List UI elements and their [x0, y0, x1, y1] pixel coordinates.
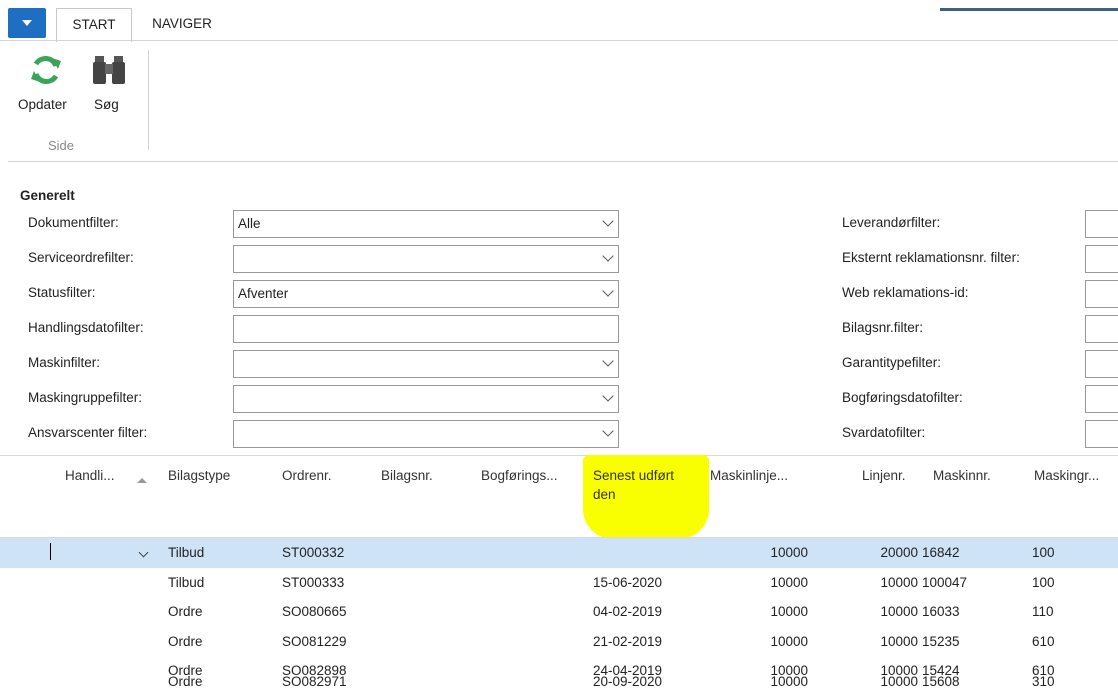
grid-top-border — [0, 455, 1118, 456]
sort-ascending-icon — [137, 478, 147, 483]
cell-bilagstype: Ordre — [168, 634, 203, 649]
refresh-label: Opdater — [18, 97, 67, 112]
filter-label: Maskingruppefilter: — [28, 390, 143, 405]
ribbon-group-label: Side — [48, 138, 75, 153]
col-header-maskingr[interactable]: Maskingr... — [1034, 468, 1099, 483]
filter-field[interactable] — [233, 245, 619, 273]
binoculars-icon — [93, 56, 125, 84]
filter-field[interactable] — [1085, 280, 1118, 308]
ribbon-group-separator — [148, 50, 149, 150]
filter-label: Bogføringsdatofilter: — [842, 390, 963, 405]
tab-divider — [0, 40, 1118, 41]
chevron-down-icon[interactable] — [602, 250, 614, 262]
col-header-linjenr[interactable]: Linjenr. — [862, 468, 906, 483]
cell-ordrenr: SO080665 — [282, 604, 347, 619]
cell-bilagstype: Tilbud — [168, 545, 205, 560]
filter-field[interactable] — [1085, 350, 1118, 378]
chevron-down-icon[interactable] — [602, 355, 614, 367]
cell-maskinlinje: 10000 — [770, 634, 808, 649]
filter-field[interactable] — [1085, 420, 1118, 448]
cell-maskinnr: 15235 — [922, 634, 960, 649]
cell-bilagstype: Ordre — [168, 604, 203, 619]
filter-label: Web reklamations-id: — [842, 285, 969, 300]
filter-value: Alle — [238, 216, 261, 231]
filter-label: Leverandørfilter: — [842, 215, 941, 230]
filter-label: Statusfilter: — [28, 285, 96, 300]
cell-maskingr: 610 — [1032, 634, 1055, 649]
filter-field[interactable] — [233, 350, 619, 378]
filter-label: Dokumentfilter: — [28, 215, 119, 230]
cell-maskinlinje: 10000 — [770, 545, 808, 560]
cell-linjenr: 10000 — [880, 634, 918, 649]
text-cursor — [50, 543, 51, 560]
app-menu-button[interactable] — [8, 8, 46, 38]
chevron-down-icon[interactable] — [602, 285, 614, 297]
cell-ordrenr: SO081229 — [282, 634, 347, 649]
ribbon-divider — [8, 161, 1118, 162]
search-label: Søg — [94, 97, 119, 112]
filter-field[interactable] — [233, 385, 619, 413]
cell-maskinnr: 15608 — [922, 674, 960, 689]
filter-label: Eksternt reklamationsnr. filter: — [842, 250, 1020, 265]
filter-label: Ansvarscenter filter: — [28, 425, 148, 440]
cell-senest-udfort: 04-02-2019 — [593, 604, 663, 619]
cell-maskingr: 100 — [1032, 545, 1055, 560]
cell-maskinlinje: 10000 — [770, 604, 808, 619]
cell-maskingr: 100 — [1032, 575, 1055, 590]
tab-start[interactable]: START — [56, 8, 132, 42]
cell-maskinlinje: 10000 — [770, 575, 808, 590]
filter-field[interactable]: Alle — [233, 210, 619, 238]
chevron-down-icon[interactable] — [602, 390, 614, 402]
cell-maskinnr: 100047 — [922, 575, 968, 590]
cell-maskinnr: 16033 — [922, 604, 960, 619]
cell-bilagstype: Tilbud — [168, 575, 205, 590]
col-header-bilagstype[interactable]: Bilagstype — [168, 468, 230, 483]
cell-linjenr: 10000 — [880, 674, 918, 689]
filter-field[interactable] — [1085, 210, 1118, 238]
cell-maskinnr: 16842 — [922, 545, 960, 560]
refresh-icon — [31, 56, 61, 84]
search-button[interactable]: Søg — [90, 50, 136, 120]
cell-ordrenr: ST000333 — [282, 575, 345, 590]
cell-linjenr: 10000 — [880, 604, 918, 619]
filter-field[interactable] — [233, 420, 619, 448]
cell-senest-udfort: 21-02-2019 — [593, 634, 663, 649]
cell-linjenr: 10000 — [880, 575, 918, 590]
window-accent-line — [940, 8, 1118, 11]
col-header-bilagsnr[interactable]: Bilagsnr. — [381, 468, 433, 483]
tab-naviger[interactable]: NAVIGER — [140, 8, 224, 40]
refresh-button[interactable]: Opdater — [14, 50, 80, 120]
cell-maskingr: 310 — [1032, 674, 1055, 689]
filter-field[interactable] — [233, 315, 619, 343]
cell-ordrenr: SO082971 — [282, 674, 347, 689]
filter-label: Svardatofilter: — [842, 425, 926, 440]
col-header-bogforing[interactable]: Bogførings... — [481, 468, 558, 483]
cell-senest-udfort: 15-06-2020 — [593, 575, 663, 590]
section-title: Generelt — [20, 188, 75, 203]
cell-senest-udfort: 20-09-2020 — [593, 674, 663, 689]
cell-maskingr: 110 — [1032, 604, 1054, 619]
filter-field[interactable] — [1085, 315, 1118, 343]
filter-label: Garantitypefilter: — [842, 355, 942, 370]
filter-label: Serviceordrefilter: — [28, 250, 134, 265]
filter-label: Maskinfilter: — [28, 355, 101, 370]
chevron-down-icon[interactable] — [602, 425, 614, 437]
cell-bilagstype: Ordre — [168, 674, 203, 689]
cell-ordrenr: ST000332 — [282, 545, 345, 560]
cell-linjenr: 20000 — [880, 545, 918, 560]
filter-field[interactable]: Afventer — [233, 280, 619, 308]
col-header-senest-line2: den — [593, 487, 616, 502]
col-header-senest-line1[interactable]: Senest udført — [593, 468, 674, 483]
col-header-handling[interactable]: Handli... — [65, 468, 115, 483]
filter-label: Handlingsdatofilter: — [28, 320, 144, 335]
filter-value: Afventer — [238, 286, 289, 301]
filter-field[interactable] — [1085, 245, 1118, 273]
col-header-ordrenr[interactable]: Ordrenr. — [282, 468, 332, 483]
chevron-down-icon[interactable] — [602, 215, 614, 227]
filter-field[interactable] — [1085, 385, 1118, 413]
cell-maskinlinje: 10000 — [770, 674, 808, 689]
col-header-maskinlinje[interactable]: Maskinlinje... — [710, 468, 788, 483]
filter-label: Bilagsnr.filter: — [842, 320, 924, 335]
col-header-maskinnr[interactable]: Maskinnr. — [933, 468, 991, 483]
